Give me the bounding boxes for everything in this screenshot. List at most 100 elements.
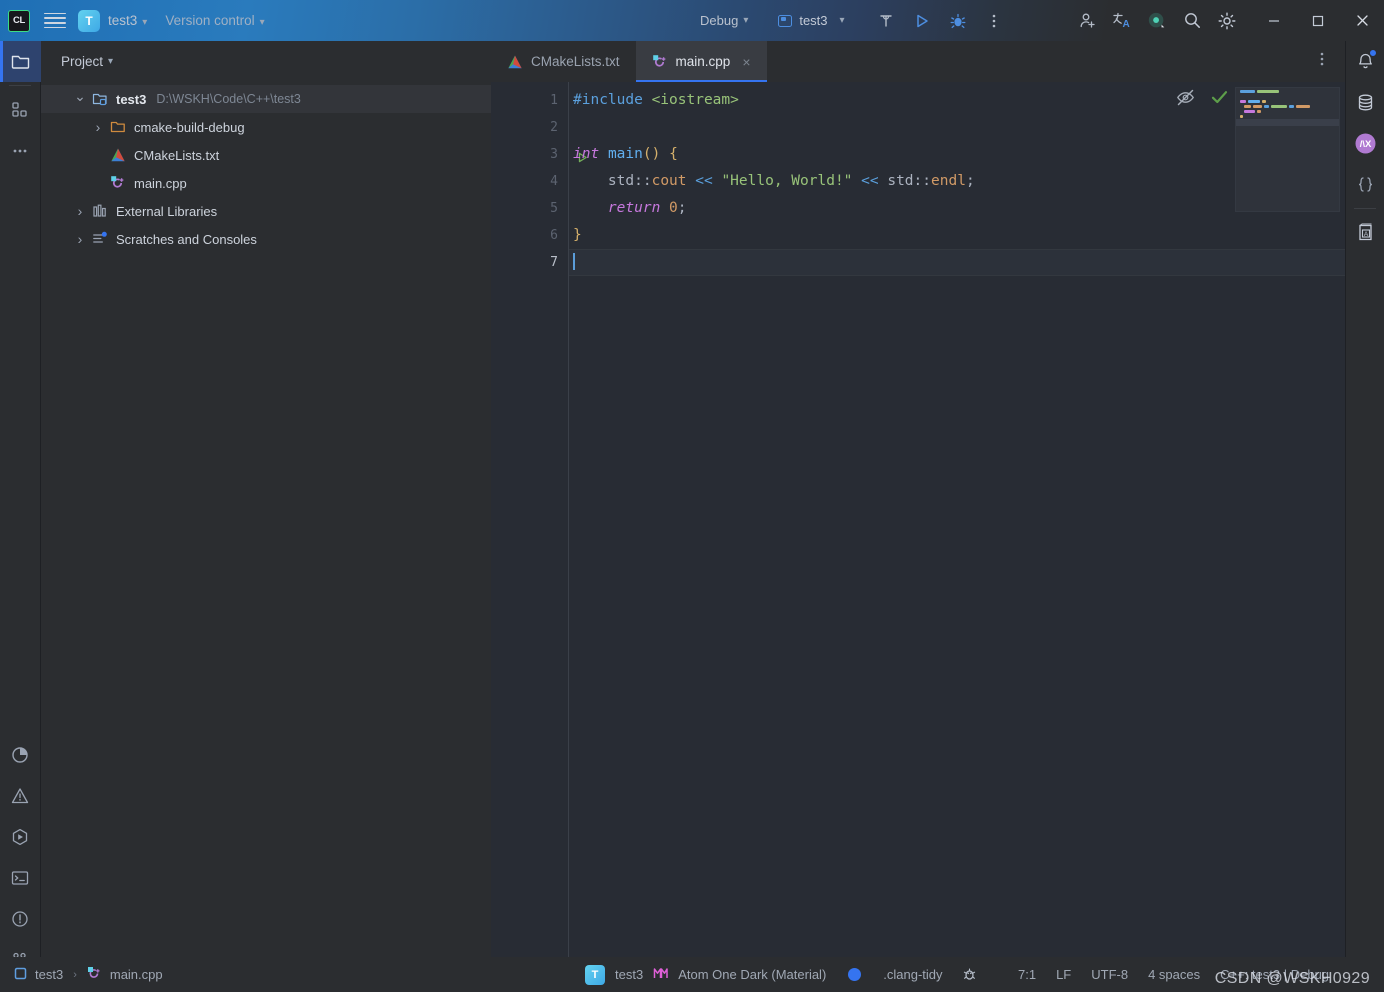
right-tool-rail: /\X A [1345, 41, 1384, 992]
close-window-button[interactable] [1340, 0, 1384, 41]
search-icon[interactable] [1182, 11, 1202, 31]
tree-item-cmake-build-debug[interactable]: › cmake-build-debug [41, 113, 491, 141]
status-clang-tidy[interactable]: .clang-tidy [873, 967, 952, 982]
indent-setting[interactable]: 4 spaces [1138, 967, 1210, 982]
status-theme-name[interactable]: Atom One Dark (Material) [668, 967, 836, 982]
chevron-right-icon[interactable]: › [89, 119, 107, 135]
ai-avatar-icon: /\X [1355, 133, 1375, 154]
folder-icon [110, 121, 125, 133]
line-number[interactable]: 7 [491, 249, 568, 276]
hamburger-menu-icon[interactable] [44, 10, 66, 32]
ai-assistant-icon[interactable] [1147, 11, 1167, 31]
caret-position[interactable]: 7:1 [1008, 967, 1046, 982]
tree-item-test3[interactable]: ⌄ test3 D:\WSKH\Code\C++\test3 [41, 85, 491, 113]
tree-item-icon [89, 91, 111, 107]
sidebar-item-translation[interactable]: A [1346, 212, 1384, 253]
more-options-icon[interactable] [1313, 50, 1331, 73]
sidebar-item-ai-assistant[interactable]: /\X [1346, 123, 1384, 164]
sidebar-item-services[interactable] [0, 898, 41, 939]
chevron-right-icon[interactable]: › [71, 231, 89, 247]
minimap-line [1240, 95, 1339, 98]
line-number[interactable]: 4 [491, 168, 568, 195]
chevron-down-icon[interactable]: ⌄ [71, 88, 89, 105]
settings-gear-icon[interactable] [1217, 11, 1237, 31]
line-number[interactable]: 3 [491, 141, 587, 168]
sidebar-item-more[interactable] [0, 130, 41, 171]
version-control-selector[interactable]: Version control ▾ [165, 13, 264, 28]
code-token: << [695, 173, 713, 189]
maximize-window-button[interactable] [1296, 0, 1340, 41]
line-number[interactable]: 1 [491, 87, 568, 114]
code-line[interactable] [569, 249, 1345, 276]
tree-item-external-libraries[interactable]: › External Libraries [41, 197, 491, 225]
close-tab-icon[interactable]: × [742, 54, 750, 70]
file-encoding[interactable]: UTF-8 [1081, 967, 1138, 982]
debug-icon[interactable] [948, 11, 968, 31]
code-token: <iostream> [651, 92, 739, 108]
breadcrumb-item-file[interactable]: main.cpp [110, 967, 163, 982]
code-line[interactable]: } [569, 222, 1345, 249]
code-minimap[interactable] [1235, 87, 1340, 212]
title-bar-center: Debug ▾ test3 ▾ [700, 0, 845, 41]
sidebar-item-database[interactable] [1346, 82, 1384, 123]
sidebar-item-project[interactable] [0, 41, 41, 82]
title-bar: CL T test3 ▾ Version control ▾ Debug ▾ test… [0, 0, 1384, 41]
blue-circle-indicator[interactable] [848, 968, 862, 981]
material-theme-icon [653, 966, 668, 983]
editor-tab-cmakelists-txt[interactable]: CMakeLists.txt [491, 41, 636, 82]
code-token: return [607, 200, 661, 216]
tree-item-scratches-and-consoles[interactable]: › Scratches and Consoles [41, 225, 491, 253]
left-rail-bottom [0, 734, 41, 992]
database-icon [1358, 94, 1372, 111]
sidebar-item-commit[interactable] [0, 89, 41, 130]
breadcrumb: test3 › main.cpp [0, 966, 163, 984]
code-token: endl [931, 173, 966, 189]
add-collaborator-icon[interactable] [1077, 11, 1097, 31]
editor-tab-main-cpp[interactable]: main.cpp × [635, 41, 767, 82]
cpp-file-icon [111, 176, 124, 188]
project-folder-icon [92, 93, 107, 106]
sidebar-item-terminal[interactable] [0, 857, 41, 898]
code-token: std [887, 173, 914, 189]
tree-item-icon [89, 203, 111, 219]
line-number[interactable]: 5 [491, 195, 568, 222]
sidebar-item-profiler[interactable] [0, 734, 41, 775]
run-icon[interactable] [912, 11, 932, 31]
minimize-window-button[interactable] [1252, 0, 1296, 41]
code-line[interactable]: int main() { [569, 141, 1345, 168]
checkmark-ok-icon[interactable] [1210, 88, 1229, 112]
translate-icon[interactable]: A [1112, 11, 1132, 31]
line-number[interactable]: 2 [491, 114, 568, 141]
sidebar-item-notifications[interactable] [1346, 41, 1384, 82]
tree-item-main-cpp[interactable]: main.cpp [41, 169, 491, 197]
code-editor[interactable]: 1234567 #include <iostream> int main() { … [491, 82, 1345, 957]
sidebar-item-json-tools[interactable] [1346, 164, 1384, 205]
project-name-selector[interactable]: test3 ▾ [108, 13, 147, 28]
chevron-right-icon[interactable]: › [71, 203, 89, 219]
run-configuration-selector[interactable]: test3 ▾ [778, 13, 845, 28]
code-line[interactable] [569, 114, 1345, 141]
code-line[interactable]: std::cout << "Hello, World!" << std::end… [569, 168, 1345, 195]
line-number[interactable]: 6 [491, 222, 568, 249]
code-line[interactable]: return 0; [569, 195, 1345, 222]
line-number-gutter[interactable]: 1234567 [491, 82, 587, 957]
tree-item-icon [89, 231, 111, 247]
toolchain-info[interactable]: C++: test3 | Debug [1210, 967, 1339, 982]
line-separator[interactable]: LF [1046, 967, 1081, 982]
debug-profile-selector[interactable]: Debug ▾ [700, 13, 748, 28]
sidebar-item-run[interactable] [0, 816, 41, 857]
inspections-off-eye-icon[interactable] [1176, 88, 1195, 112]
tree-item-label: External Libraries [116, 203, 218, 219]
pie-chart-icon [12, 746, 28, 763]
more-options-icon[interactable] [984, 11, 1004, 31]
code-text[interactable]: #include <iostream> int main() { std::cou… [568, 82, 1345, 957]
breadcrumb-item-project[interactable]: test3 [35, 967, 63, 982]
status-project-name[interactable]: test3 [605, 967, 653, 982]
sidebar-item-problems[interactable] [0, 775, 41, 816]
bug-inspection-icon[interactable] [961, 965, 978, 985]
build-hammer-icon[interactable] [876, 11, 896, 31]
project-panel-header[interactable]: Project ▾ [41, 41, 491, 82]
tree-item-cmakelists-txt[interactable]: CMakeLists.txt [41, 141, 491, 169]
tree-item-label: cmake-build-debug [134, 119, 245, 135]
